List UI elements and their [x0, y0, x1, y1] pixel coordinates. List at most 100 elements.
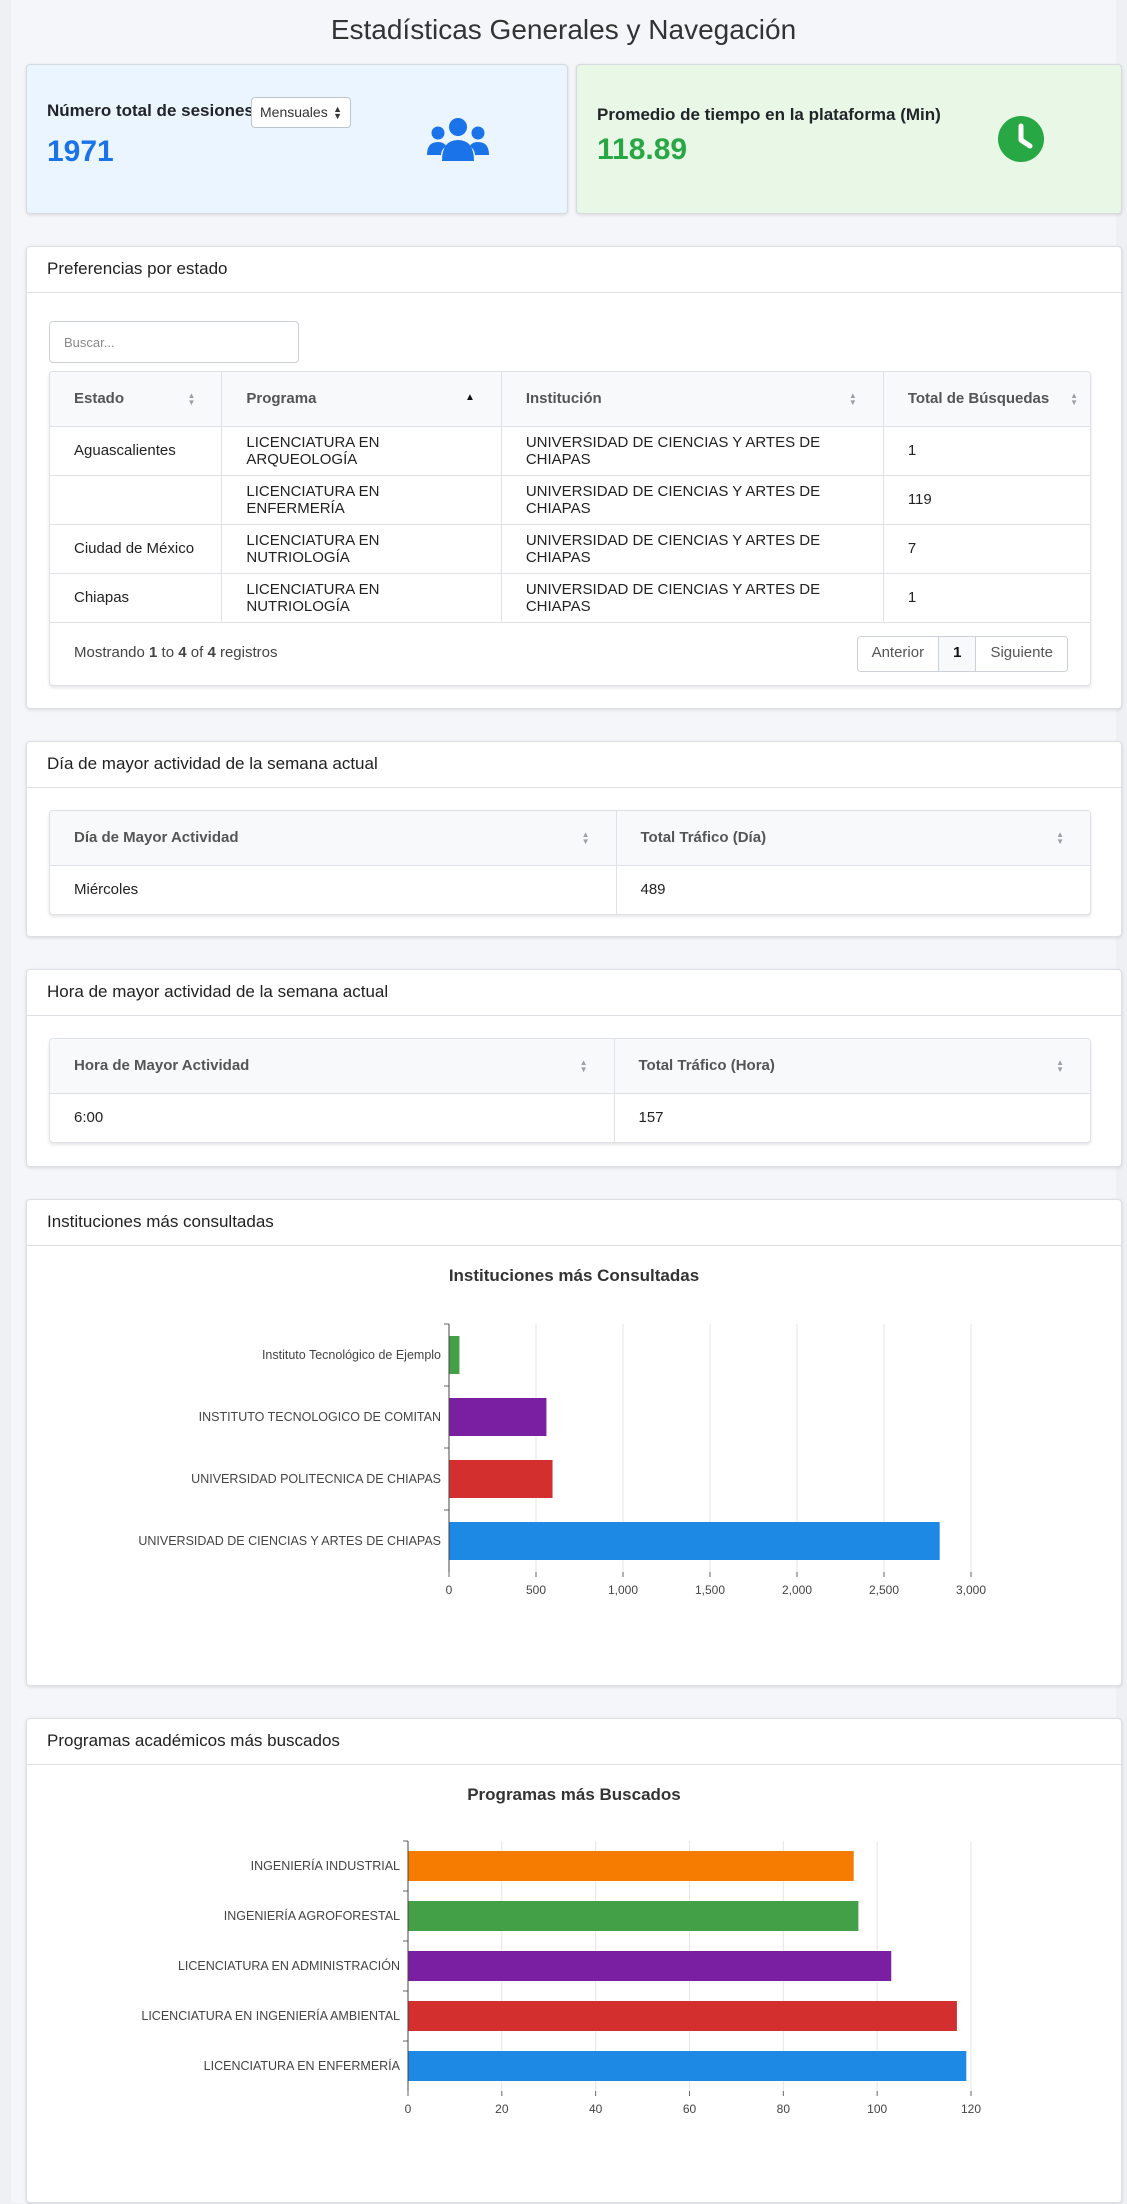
sort-icon: ▲ ▼ — [579, 1058, 588, 1074]
cell-programa: LICENCIATURA EN ARQUEOLOGÍA — [221, 426, 502, 476]
programs-card: Programas académicos más buscados Progra… — [26, 1718, 1122, 2203]
sort-icon: ▲ ▼ — [187, 391, 196, 407]
period-select[interactable]: Mensuales ▲ ▼ — [251, 97, 351, 128]
column-header-hora[interactable]: Hora de Mayor Actividad ▲ ▼ — [50, 1039, 615, 1094]
category-label: LICENCIATURA EN INGENIERÍA AMBIENTAL — [141, 2008, 400, 2023]
search-input[interactable] — [49, 321, 299, 363]
category-label: LICENCIATURA EN ENFERMERÍA — [204, 2058, 401, 2073]
cell-institucion: UNIVERSIDAD DE CIENCIAS Y ARTES DE CHIAP… — [501, 573, 884, 623]
cell-programa: LICENCIATURA EN ENFERMERÍA — [221, 475, 502, 525]
sessions-label: Número total de sesiones — [47, 101, 254, 120]
column-header-trafico-hora[interactable]: Total Tráfico (Hora) ▲ ▼ — [614, 1039, 1090, 1094]
bar — [408, 1951, 892, 1981]
clock-icon — [998, 116, 1044, 162]
column-header-trafico-dia[interactable]: Total Tráfico (Día) ▲ ▼ — [616, 811, 1090, 866]
table-row: Ciudad de México LICENCIATURA EN NUTRIOL… — [50, 524, 1090, 574]
day-activity-card: Día de mayor actividad de la semana actu… — [26, 741, 1122, 937]
cell-institucion: UNIVERSIDAD DE CIENCIAS Y ARTES DE CHIAP… — [501, 524, 884, 574]
table-row: Aguascalientes LICENCIATURA EN ARQUEOLOG… — [50, 426, 1090, 476]
cell-programa: LICENCIATURA EN NUTRIOLOGÍA — [221, 524, 502, 574]
category-label: INSTITUTO TECNOLOGICO DE COMITAN — [199, 1410, 441, 1424]
pagination-page-1[interactable]: 1 — [939, 636, 977, 671]
category-label: UNIVERSIDAD POLITECNICA DE CHIAPAS — [191, 1472, 441, 1486]
pagination-next-button[interactable]: Siguiente — [976, 636, 1067, 671]
column-header-estado[interactable]: Estado ▲ ▼ — [50, 372, 223, 427]
cell-estado: Ciudad de México — [50, 524, 223, 574]
pagination-previous-button[interactable]: Anterior — [857, 636, 940, 671]
institutions-chart: 0 500 1,000 1,500 2,000 2,500 3,000 Instituto T… — [138, 1323, 986, 1597]
sessions-value: 1971 — [47, 135, 114, 168]
column-header-total-busquedas[interactable]: Total de Búsquedas ▲ ▼ — [883, 372, 1090, 427]
x-tick-label: 120 — [961, 2102, 981, 2116]
period-select-value: Mensuales — [260, 104, 328, 120]
day-activity-card-title: Día de mayor actividad de la semana actu… — [27, 742, 1121, 788]
x-tick-label: 1,500 — [695, 1583, 725, 1597]
table-info: Mostrando 1 to 4 of 4 registros — [74, 643, 278, 661]
table-row: Miércoles 489 — [50, 865, 1090, 914]
hour-activity-table: Hora de Mayor Actividad ▲ ▼ Total Tráfico … — [49, 1038, 1091, 1143]
time-label: Promedio de tiempo en la plataforma (Min… — [597, 105, 941, 124]
sort-icon: ▲ ▼ — [1056, 1058, 1064, 1074]
x-tick-label: 0 — [405, 2102, 412, 2116]
cell-dia: Miércoles — [50, 865, 617, 914]
category-label: Instituto Tecnológico de Ejemplo — [262, 1348, 441, 1362]
sort-asc-icon: ▲ — [464, 392, 475, 403]
category-label: INGENIERÍA INDUSTRIAL — [251, 1858, 400, 1873]
page: Estadísticas Generales y Navegación Núme… — [11, 0, 1122, 2203]
x-tick-label: 40 — [589, 2102, 603, 2116]
x-tick-label: 500 — [526, 1583, 546, 1597]
cell-institucion: UNIVERSIDAD DE CIENCIAS Y ARTES DE CHIAP… — [501, 426, 884, 476]
pagination: Anterior 1 Siguiente — [856, 635, 1068, 672]
page-title: Estadísticas Generales y Navegación — [330, 14, 797, 45]
table-header-row: Hora de Mayor Actividad ▲ ▼ Total Tráfico … — [50, 1039, 1090, 1094]
hour-activity-card: Hora de mayor actividad de la semana act… — [26, 969, 1122, 1167]
category-label: UNIVERSIDAD DE CIENCIAS Y ARTES DE CHIAP… — [138, 1534, 441, 1548]
preferences-table: Estado ▲ ▼ Programa ▲ Institución ▲ ▼ Total d… — [49, 371, 1091, 686]
time-value: 118.89 — [597, 133, 688, 166]
bar — [449, 1398, 547, 1436]
table-header-row: Día de Mayor Actividad ▲ ▼ Total Tráfico (… — [50, 811, 1090, 866]
column-header-institucion[interactable]: Institución ▲ ▼ — [501, 372, 884, 427]
bar — [408, 1901, 859, 1931]
select-caret-icon: ▲ ▼ — [333, 104, 342, 121]
x-tick-label: 20 — [495, 2102, 509, 2116]
bar — [449, 1460, 553, 1498]
cell-total: 1 — [883, 573, 1090, 623]
cell-trafico-dia: 489 — [640, 881, 666, 899]
x-tick-label: 100 — [867, 2102, 887, 2116]
x-tick-label: 2,500 — [869, 1583, 899, 1597]
x-tick-label: 60 — [683, 2102, 697, 2116]
sort-icon: ▲ ▼ — [848, 391, 857, 407]
category-label: LICENCIATURA EN ADMINISTRACIÓN — [178, 1958, 400, 1973]
cell-programa: LICENCIATURA EN NUTRIOLOGÍA — [221, 573, 502, 623]
table-row: 6:00 157 — [50, 1093, 1090, 1142]
table-row: LICENCIATURA EN ENFERMERÍA UNIVERSIDAD D… — [50, 475, 1090, 525]
bar — [408, 2001, 957, 2031]
bar — [449, 1336, 460, 1374]
table-row: Chiapas LICENCIATURA EN NUTRIOLOGÍA UNIV… — [50, 573, 1090, 623]
preferences-card: Preferencias por estado Estado▲▼ Program… — [26, 246, 1122, 709]
programs-chart: 0 20 40 60 80 100 120 INGENIERÍA INDUSTRIAL INGE… — [141, 1840, 981, 2116]
column-header-programa[interactable]: Programa ▲ — [221, 372, 502, 427]
sort-icon: ▲ ▼ — [1070, 391, 1078, 407]
cell-total: 7 — [883, 524, 1090, 574]
time-card: Promedio de tiempo en la plataforma (Min… — [576, 64, 1122, 214]
bar — [449, 1522, 940, 1560]
cell-estado: Aguascalientes — [50, 426, 223, 476]
sort-icon: ▲ ▼ — [1056, 830, 1064, 846]
sort-icon: ▲ ▼ — [581, 830, 590, 846]
preferences-card-title: Preferencias por estado — [27, 247, 1121, 293]
column-header-dia[interactable]: Día de Mayor Actividad ▲ ▼ — [50, 811, 617, 866]
cell-estado: Chiapas — [50, 573, 223, 623]
x-tick-label: 1,000 — [608, 1583, 638, 1597]
x-tick-label: 0 — [446, 1583, 453, 1597]
x-tick-label: 2,000 — [782, 1583, 812, 1597]
cell-trafico-hora: 157 — [638, 1109, 664, 1127]
institutions-card: Instituciones más consultadas Institucio… — [26, 1199, 1122, 1686]
hour-activity-card-title: Hora de mayor actividad de la semana act… — [27, 970, 1121, 1016]
table-footer: Mostrando 1 to 4 of 4 registros Anterior… — [50, 623, 1090, 685]
cell-institucion: UNIVERSIDAD DE CIENCIAS Y ARTES DE CHIAP… — [501, 475, 884, 525]
cell-hora: 6:00 — [50, 1093, 615, 1142]
day-activity-table: Día de Mayor Actividad ▲ ▼ Total Tráfico (… — [49, 810, 1091, 915]
table-header-row: Estado ▲ ▼ Programa ▲ Institución ▲ ▼ Total d… — [50, 372, 1090, 427]
